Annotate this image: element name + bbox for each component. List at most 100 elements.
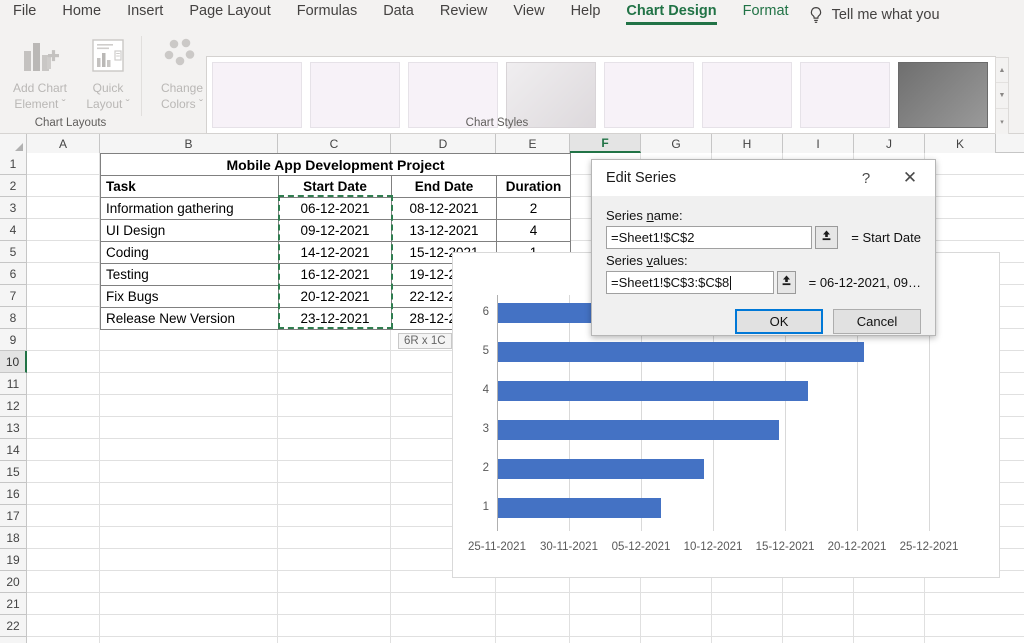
column-header-E[interactable]: E [496,134,570,153]
table-row[interactable]: Information gathering 06-12-2021 08-12-2… [100,197,571,220]
cell-duration-1[interactable]: 2 [496,197,571,220]
column-header-D[interactable]: D [391,134,496,153]
cell-start-4[interactable]: 16-12-2021 [278,263,392,286]
tab-file[interactable]: File [0,2,49,28]
row-header-9[interactable]: 9 [0,329,27,351]
row-header-19[interactable]: 19 [0,549,27,571]
bar-category-2[interactable] [498,459,704,479]
row-header-8[interactable]: 8 [0,307,27,329]
row-header-1[interactable]: 1 [0,153,27,175]
row-header-14[interactable]: 14 [0,439,27,461]
tab-formulas[interactable]: Formulas [284,2,370,28]
tab-insert[interactable]: Insert [114,2,176,28]
chart-style-thumb-8[interactable] [898,62,988,128]
column-header-G[interactable]: G [641,134,712,153]
series-values-label: Series values: [606,253,921,268]
cell-project-title[interactable]: Mobile App Development Project [100,153,571,176]
cell-header-end-date[interactable]: End Date [391,175,497,198]
cell-task-3[interactable]: Coding [100,241,279,264]
row-header-6[interactable]: 6 [0,263,27,285]
row-header-12[interactable]: 12 [0,395,27,417]
tab-review[interactable]: Review [427,2,501,28]
table-row-title[interactable]: Mobile App Development Project [100,153,571,176]
row-header-2[interactable]: 2 [0,175,27,197]
cell-start-6[interactable]: 23-12-2021 [278,307,392,330]
row-header-18[interactable]: 18 [0,527,27,549]
tell-me-box[interactable]: Tell me what you [808,6,940,28]
edit-series-dialog[interactable]: Edit Series ? ✕ Series name: =Sheet1!$C$… [591,159,936,336]
cell-end-2[interactable]: 13-12-2021 [391,219,497,242]
gallery-more-icon[interactable]: ▾ [996,109,1008,134]
bar-category-3[interactable] [498,420,779,440]
row-header-3[interactable]: 3 [0,197,27,219]
cell-start-3[interactable]: 14-12-2021 [278,241,392,264]
row-header-16[interactable]: 16 [0,483,27,505]
chart-styles-scrollbar[interactable]: ▲ ▼ ▾ [995,57,1009,135]
row-header-23[interactable]: 23 [0,637,27,643]
bar-category-5[interactable] [498,342,864,362]
row-header-4[interactable]: 4 [0,219,27,241]
row-header-10[interactable]: 10 [0,351,27,373]
column-header-H[interactable]: H [712,134,783,153]
tab-page-layout[interactable]: Page Layout [176,2,283,28]
table-row[interactable]: UI Design 09-12-2021 13-12-2021 4 [100,219,571,242]
ok-button[interactable]: OK [735,309,823,334]
cell-end-1[interactable]: 08-12-2021 [391,197,497,220]
series-values-collapse-button[interactable] [776,271,796,294]
row-header-5[interactable]: 5 [0,241,27,263]
cell-task-4[interactable]: Testing [100,263,279,286]
cell-header-start-date[interactable]: Start Date [278,175,392,198]
column-header-F[interactable]: F [570,134,641,153]
column-header-K[interactable]: K [925,134,996,153]
xtick-3: 05-12-2021 [611,541,671,553]
series-name-collapse-button[interactable] [815,226,839,249]
row-header-11[interactable]: 11 [0,373,27,395]
close-icon[interactable]: ✕ [893,160,927,196]
ribbon-tab-bar: File Home Insert Page Layout Formulas Da… [0,0,1024,28]
selection-size-tooltip: 6R x 1C [398,333,452,349]
gallery-scroll-up-icon[interactable]: ▲ [996,58,1008,83]
table-row-headers[interactable]: Task Start Date End Date Duration [100,175,571,198]
cell-start-1[interactable]: 06-12-2021 [278,197,392,220]
series-values-input[interactable]: =Sheet1!$C$3:$C$8 [606,271,774,294]
bar-category-4[interactable] [498,381,808,401]
column-header-B[interactable]: B [100,134,278,153]
cell-task-5[interactable]: Fix Bugs [100,285,279,308]
row-header-7[interactable]: 7 [0,285,27,307]
series-name-input[interactable]: =Sheet1!$C$2 [606,226,813,249]
cell-task-6[interactable]: Release New Version [100,307,279,330]
row-header-13[interactable]: 13 [0,417,27,439]
gallery-scroll-down-icon[interactable]: ▼ [996,84,1008,109]
tab-chart-design[interactable]: Chart Design [613,2,729,28]
tab-help[interactable]: Help [558,2,614,28]
tab-data[interactable]: Data [370,2,427,28]
add-chart-element-button[interactable]: Add Chart Element ˇ [4,32,76,112]
cell-header-task[interactable]: Task [100,175,279,198]
tab-home[interactable]: Home [49,2,114,28]
quick-layout-label-2: Layout ˇ [86,97,130,111]
select-all-corner[interactable] [0,134,27,153]
quick-layout-button[interactable]: Quick Layout ˇ [72,32,144,112]
row-header-20[interactable]: 20 [0,571,27,593]
cell-header-duration[interactable]: Duration [496,175,571,198]
column-header-I[interactable]: I [783,134,854,153]
cell-start-2[interactable]: 09-12-2021 [278,219,392,242]
column-header-J[interactable]: J [854,134,925,153]
cell-task-1[interactable]: Information gathering [100,197,279,220]
row-header-22[interactable]: 22 [0,615,27,637]
cell-duration-2[interactable]: 4 [496,219,571,242]
column-header-A[interactable]: A [27,134,100,153]
row-header-17[interactable]: 17 [0,505,27,527]
help-icon[interactable]: ? [849,160,883,196]
cell-start-5[interactable]: 20-12-2021 [278,285,392,308]
tab-format[interactable]: Format [730,2,802,28]
excel-window: File Home Insert Page Layout Formulas Da… [0,0,1024,643]
tab-view[interactable]: View [500,2,557,28]
cell-task-2[interactable]: UI Design [100,219,279,242]
row-header-21[interactable]: 21 [0,593,27,615]
cancel-button[interactable]: Cancel [833,309,921,334]
row-header-15[interactable]: 15 [0,461,27,483]
bar-category-1[interactable] [498,498,661,518]
xtick-7: 25-12-2021 [899,541,959,553]
column-header-C[interactable]: C [278,134,391,153]
